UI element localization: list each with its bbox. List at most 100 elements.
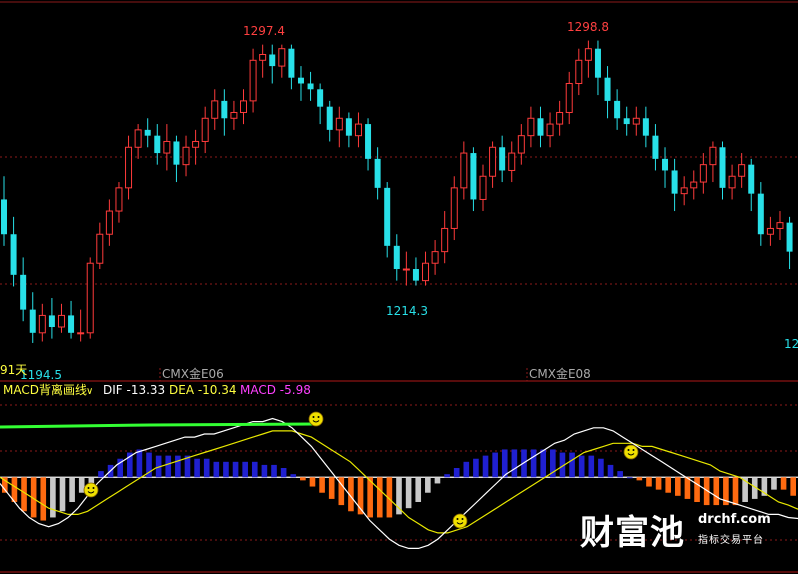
candle xyxy=(575,48,583,96)
candle xyxy=(77,309,85,342)
candle xyxy=(125,135,133,200)
candle xyxy=(278,44,286,78)
macd-bar xyxy=(588,455,595,478)
macd-bar xyxy=(684,477,691,499)
candle-body xyxy=(575,59,583,84)
candle-body xyxy=(422,262,430,282)
macd-bar xyxy=(415,477,422,502)
candle xyxy=(623,106,630,136)
macd-bar xyxy=(482,455,489,478)
macd-bar xyxy=(790,477,796,496)
candle xyxy=(240,89,247,125)
candle-body xyxy=(412,269,419,281)
macd-bar xyxy=(694,477,700,502)
macd-bar xyxy=(271,464,277,478)
macd-bar xyxy=(425,477,431,493)
candle xyxy=(517,124,525,165)
candle-body xyxy=(48,315,55,328)
watermark-site: drchf.com xyxy=(698,512,771,527)
macd-bar xyxy=(617,471,623,478)
candle xyxy=(354,112,362,148)
candle-body xyxy=(221,100,228,119)
candle-body xyxy=(278,48,286,67)
candle xyxy=(738,153,746,188)
candle xyxy=(776,211,784,241)
candle-body xyxy=(38,314,46,334)
candle-body xyxy=(632,117,640,125)
candle-body xyxy=(68,315,75,333)
candle-body xyxy=(699,164,707,183)
candle-body xyxy=(690,181,698,189)
candle-body xyxy=(297,77,304,84)
candle-body xyxy=(546,123,554,137)
candle xyxy=(671,158,678,212)
candle-body xyxy=(556,111,564,125)
macd-bar xyxy=(300,477,306,481)
macd-bar xyxy=(598,458,604,478)
candle-body xyxy=(671,170,678,194)
candle-body xyxy=(317,89,324,107)
candle xyxy=(786,216,793,270)
macd-bar xyxy=(732,477,739,506)
candle xyxy=(757,182,764,246)
macd-bar xyxy=(511,449,518,478)
macd-bar xyxy=(626,477,633,479)
candle xyxy=(632,106,640,136)
macd-bar xyxy=(11,477,18,502)
marker-eye xyxy=(627,449,630,451)
macd-bar xyxy=(213,461,220,478)
candle xyxy=(115,182,123,223)
candle-body xyxy=(642,118,649,136)
candle-body xyxy=(230,111,238,119)
candle xyxy=(1,176,7,246)
candle-body xyxy=(240,100,247,113)
candle xyxy=(230,100,238,130)
candle xyxy=(20,257,27,322)
candle-body xyxy=(470,153,477,200)
candle xyxy=(766,216,774,246)
candle xyxy=(173,135,180,183)
macd-bar xyxy=(261,464,268,478)
candle xyxy=(249,48,257,113)
macd-bar xyxy=(319,477,325,493)
macd-bar xyxy=(780,477,787,490)
candle xyxy=(345,112,352,148)
candle-body xyxy=(211,100,219,119)
macd-bar xyxy=(59,477,66,512)
candle-body xyxy=(680,187,688,195)
left-edge-label: 91天 xyxy=(0,363,27,377)
marker-eye xyxy=(87,487,90,489)
candle xyxy=(662,147,669,188)
macd-bar xyxy=(453,468,460,478)
candle xyxy=(384,182,391,258)
macd-bar xyxy=(88,477,95,484)
divergence-marker-4 xyxy=(452,513,468,529)
macd-bar xyxy=(655,477,662,490)
macd-bar xyxy=(251,461,258,478)
macd-indicator-name: MACD背离画线 xyxy=(3,382,87,397)
candle xyxy=(412,257,419,286)
candle xyxy=(441,211,449,264)
macd-bar xyxy=(40,477,47,521)
macd-dropdown-icon[interactable]: ∨ xyxy=(86,386,93,397)
marker-face xyxy=(623,444,639,460)
trough-label-2: 1214.3 xyxy=(386,304,428,318)
marker-eye xyxy=(92,487,95,489)
candle-body xyxy=(335,117,343,131)
candle-body xyxy=(259,53,267,61)
candle xyxy=(221,89,228,136)
candle xyxy=(460,141,468,200)
dea-label: DEA -10.34 xyxy=(169,383,237,397)
candle-body xyxy=(728,175,736,189)
macd-bar xyxy=(444,474,450,478)
candle-body xyxy=(182,146,190,166)
divergence-line xyxy=(0,422,317,429)
candle-body xyxy=(719,147,726,188)
candle-body xyxy=(460,152,468,189)
candle-body xyxy=(604,77,611,101)
macd-bar xyxy=(223,461,229,478)
macd-bar xyxy=(69,477,75,502)
candle-body xyxy=(192,140,200,148)
macd-bar xyxy=(530,449,537,478)
macd-bar xyxy=(646,477,652,487)
